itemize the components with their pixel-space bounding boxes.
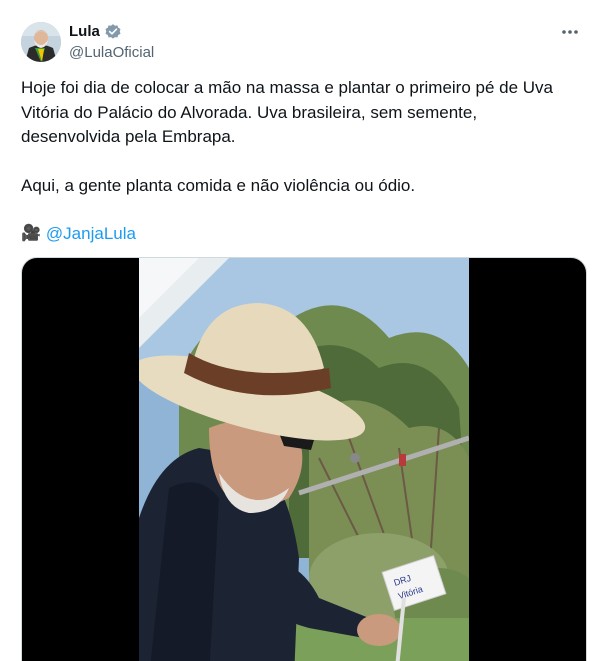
more-horizontal-icon [562, 30, 578, 34]
more-options-button[interactable] [555, 20, 585, 44]
mention-link[interactable]: @JanjaLula [46, 222, 136, 247]
avatar-image [21, 22, 61, 62]
tweet-paragraph-1: Hoje foi dia de colocar a mão na massa e… [21, 78, 554, 146]
video-frame: DRJ Vitória [139, 258, 469, 661]
author-handle[interactable]: @LulaOficial [69, 43, 154, 63]
author-avatar[interactable] [21, 22, 61, 62]
tweet-card: Lula @LulaOficial Hoje foi dia de coloca… [0, 0, 599, 661]
video-player[interactable]: DRJ Vitória [21, 257, 587, 661]
tweet-credit: 🎥 @JanjaLula [21, 222, 581, 247]
author-name-row: Lula [69, 22, 154, 42]
tweet-paragraph-2: Aqui, a gente planta comida e não violên… [21, 175, 416, 195]
video-camera-icon: 🎥 [21, 225, 41, 242]
verified-badge-icon[interactable] [104, 23, 122, 41]
author-display-name[interactable]: Lula [69, 22, 100, 42]
tweet-text: Hoje foi dia de colocar a mão na massa e… [21, 76, 581, 247]
author-info: Lula @LulaOficial [69, 22, 154, 63]
